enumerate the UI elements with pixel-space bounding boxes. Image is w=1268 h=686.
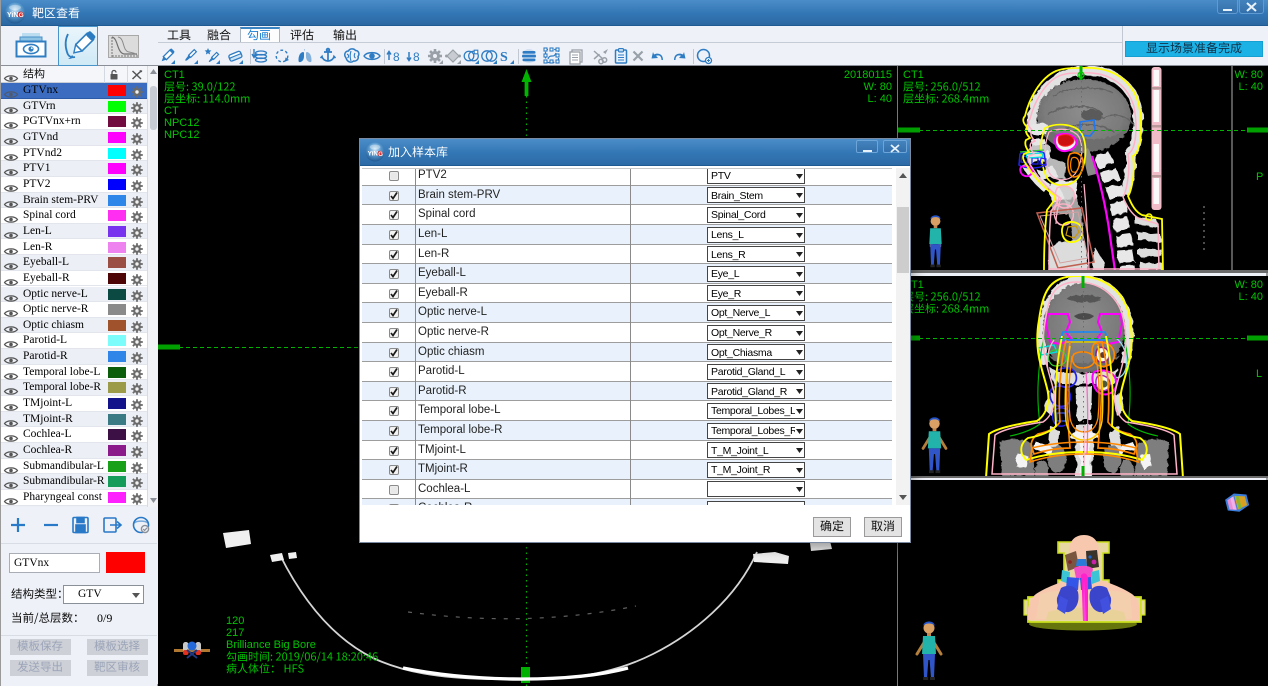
svg-text:G: G xyxy=(19,12,24,19)
svg-text:8: 8 xyxy=(393,50,400,64)
svg-text:YiN: YiN xyxy=(7,12,18,19)
svg-text:S: S xyxy=(500,50,508,65)
svg-text:G: G xyxy=(378,152,383,158)
svg-text:YiN: YiN xyxy=(368,151,379,158)
svg-text:8: 8 xyxy=(413,50,420,64)
